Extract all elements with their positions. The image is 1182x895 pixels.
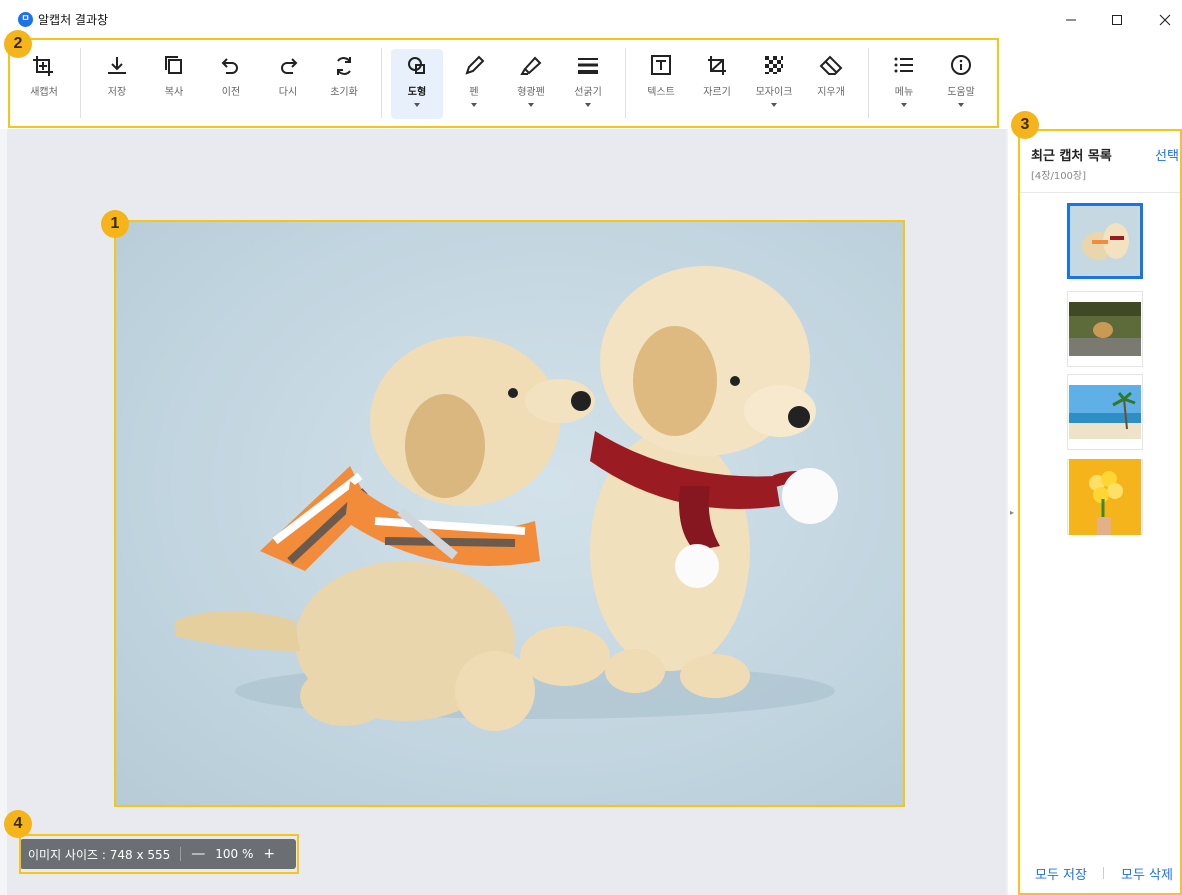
minimize-button[interactable] — [1056, 7, 1086, 33]
crop-icon — [708, 56, 726, 75]
help-icon — [951, 55, 971, 75]
dropdown-caret-icon — [585, 103, 591, 107]
toolbar-divider — [625, 48, 626, 118]
line-weight-icon — [578, 58, 598, 74]
copy-icon — [165, 56, 182, 74]
mosaic-icon — [765, 56, 783, 74]
zoom-level: 100 % — [215, 847, 254, 861]
footer-divider — [1103, 867, 1104, 879]
toolbar-divider — [80, 48, 81, 118]
app-logo-icon: ㅁ — [18, 12, 33, 27]
puppies-illustration — [175, 266, 838, 731]
shape-tool-button[interactable]: 도형 — [391, 49, 443, 119]
dropdown-caret-icon — [901, 103, 907, 107]
crop-add-icon — [33, 56, 53, 76]
save-all-button[interactable]: 모두 저장 — [1035, 864, 1087, 883]
tool-label: 선굵기 — [574, 87, 602, 98]
close-button[interactable] — [1150, 7, 1180, 33]
dropdown-caret-icon — [958, 103, 964, 107]
download-icon — [108, 57, 126, 74]
redo-button[interactable]: 다시 — [262, 49, 314, 119]
tool-label: 모자이크 — [755, 87, 793, 98]
select-link[interactable]: 선택 — [1155, 145, 1179, 164]
sidebar-divider — [1019, 192, 1182, 193]
reset-button[interactable]: 초기화 — [318, 49, 370, 119]
save-button[interactable]: 저장 — [91, 49, 143, 119]
tool-label: 도움말 — [947, 87, 975, 98]
thumbnail-flowers — [1069, 459, 1141, 535]
crop-tool-button[interactable]: 자르기 — [691, 49, 743, 119]
thumbnail-puppies — [1070, 206, 1140, 276]
tool-label: 저장 — [107, 87, 127, 98]
tool-label: 새캡처 — [30, 87, 58, 98]
dropdown-caret-icon — [414, 103, 420, 107]
shape-icon — [408, 57, 425, 74]
tool-label: 형광펜 — [517, 87, 545, 98]
thumbnail-beach — [1069, 385, 1141, 439]
mosaic-tool-button[interactable]: 모자이크 — [748, 49, 800, 119]
tool-label: 지우개 — [817, 87, 845, 98]
zoom-status-bar: 이미지 사이즈 : 748 x 555 — 100 % + — [20, 839, 296, 869]
thumbnail-outdoor-dog — [1069, 302, 1141, 356]
refresh-icon — [337, 57, 351, 75]
image-size-label: 이미지 사이즈 : 748 x 555 — [28, 847, 171, 862]
undo-icon — [221, 58, 238, 74]
window-left-edge — [0, 38, 7, 895]
dropdown-caret-icon — [528, 103, 534, 107]
thumbnail-item[interactable] — [1067, 459, 1143, 535]
left-puppy — [175, 336, 610, 731]
tool-label: 도형 — [407, 87, 427, 98]
toolbar: 새캡처 저장 복사 이전 다시 초기화 도형 펜 형광펜 선굵기 텍스트 자르기… — [0, 38, 1182, 129]
right-puppy — [590, 266, 838, 698]
callout-badge-1: 1 — [101, 210, 129, 238]
capture-count: [4장/100장] — [1031, 171, 1087, 182]
callout-badge-4: 4 — [4, 810, 32, 838]
thumbnail-item[interactable] — [1067, 203, 1143, 279]
title-bar: ㅁ 알캡처 결과창 — [0, 0, 1182, 39]
panel-divider[interactable] — [1006, 129, 1008, 895]
tool-label: 초기화 — [330, 87, 358, 98]
maximize-button[interactable] — [1102, 7, 1132, 33]
tool-label: 복사 — [164, 87, 184, 98]
tool-label: 다시 — [278, 87, 298, 98]
redo-icon — [281, 58, 298, 74]
callout-badge-2: 2 — [4, 30, 32, 58]
undo-button[interactable]: 이전 — [205, 49, 257, 119]
tool-label: 이전 — [221, 87, 241, 98]
window-title: 알캡처 결과창 — [38, 13, 109, 27]
tool-label: 메뉴 — [894, 87, 914, 98]
line-weight-button[interactable]: 선굵기 — [562, 49, 614, 119]
pen-icon — [465, 55, 485, 75]
toolbar-divider — [868, 48, 869, 118]
text-tool-button[interactable]: 텍스트 — [635, 49, 687, 119]
zoom-in-button[interactable]: + — [263, 846, 275, 862]
new-capture-button[interactable]: 새캡처 — [18, 49, 70, 119]
dropdown-caret-icon — [471, 103, 477, 107]
tool-label: 펜 — [469, 87, 479, 98]
text-icon — [651, 55, 671, 75]
tool-label: 자르기 — [703, 87, 731, 98]
zoom-out-button[interactable]: — — [191, 846, 205, 862]
eraser-tool-button[interactable]: 지우개 — [805, 49, 857, 119]
highlighter-tool-button[interactable]: 형광펜 — [505, 49, 557, 119]
tool-label: 텍스트 — [647, 87, 675, 98]
help-button[interactable]: 도움말 — [935, 49, 987, 119]
thumbnail-item[interactable] — [1067, 291, 1143, 367]
menu-icon — [894, 57, 913, 73]
pen-tool-button[interactable]: 펜 — [448, 49, 500, 119]
toolbar-divider — [381, 48, 382, 118]
highlighter-icon — [520, 56, 542, 75]
recent-captures-title: 최근 캡처 목록 — [1031, 149, 1112, 164]
dropdown-caret-icon — [771, 103, 777, 107]
eraser-icon — [819, 55, 843, 75]
recent-captures-panel: 최근 캡처 목록 선택 [4장/100장] 모두 저장 모두 삭제 — [1018, 129, 1182, 895]
collapse-handle-icon[interactable]: ▸ — [1010, 508, 1014, 517]
captured-image[interactable] — [115, 221, 904, 806]
zoom-divider — [180, 847, 182, 861]
copy-button[interactable]: 복사 — [148, 49, 200, 119]
thumbnail-item[interactable] — [1067, 374, 1143, 450]
callout-badge-3: 3 — [1011, 111, 1039, 139]
delete-all-button[interactable]: 모두 삭제 — [1121, 864, 1173, 883]
menu-button[interactable]: 메뉴 — [878, 49, 930, 119]
